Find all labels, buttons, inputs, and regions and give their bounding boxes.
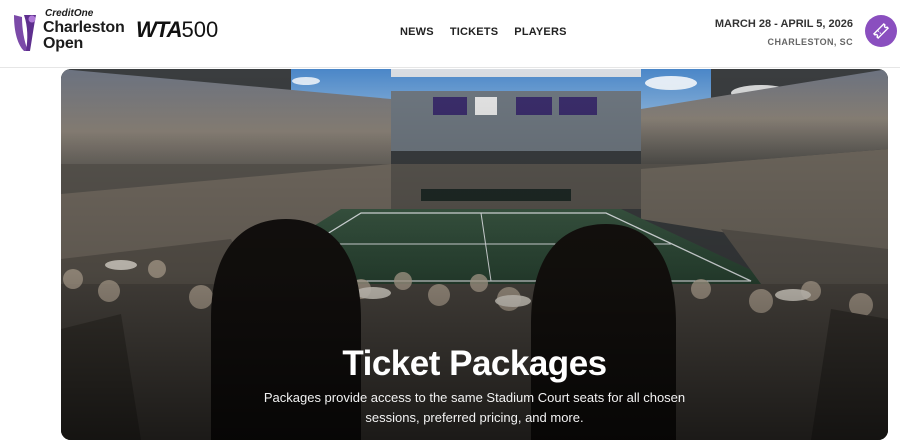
ticket-icon xyxy=(872,22,890,40)
hero-title: Ticket Packages xyxy=(342,344,607,384)
event-dates: MARCH 28 - APRIL 5, 2026 xyxy=(714,18,853,30)
tickets-button[interactable] xyxy=(865,15,897,47)
logo-sponsor: CreditOne xyxy=(45,8,94,19)
logo-name-line-2: Open xyxy=(43,35,84,52)
hero-banner: Ticket Packages Packages provide access … xyxy=(61,69,888,440)
nav-item-tickets[interactable]: TICKETS xyxy=(450,24,498,40)
event-location: CHARLESTON, SC xyxy=(767,37,853,47)
charleston-open-logo[interactable]: CreditOne Charleston Open xyxy=(10,9,125,53)
logo-name-line-1: Charleston xyxy=(43,19,125,36)
wta-500-logo[interactable]: WTA500 xyxy=(136,18,218,42)
wta-wordmark: WTA xyxy=(136,17,182,42)
wta-tier: 500 xyxy=(181,17,219,42)
event-info: MARCH 28 - APRIL 5, 2026 CHARLESTON, SC xyxy=(715,17,853,49)
main-nav: NEWS TICKETS PLAYERS xyxy=(400,24,567,40)
site-header: CreditOne Charleston Open WTA500 NEWS TI… xyxy=(0,0,900,68)
nav-item-news[interactable]: NEWS xyxy=(400,24,434,40)
nav-item-players[interactable]: PLAYERS xyxy=(514,24,566,40)
logo-mark-icon xyxy=(14,15,36,51)
hero-description: Packages provide access to the same Stad… xyxy=(263,390,686,425)
logo-wordmark: CreditOne Charleston Open xyxy=(43,9,125,52)
